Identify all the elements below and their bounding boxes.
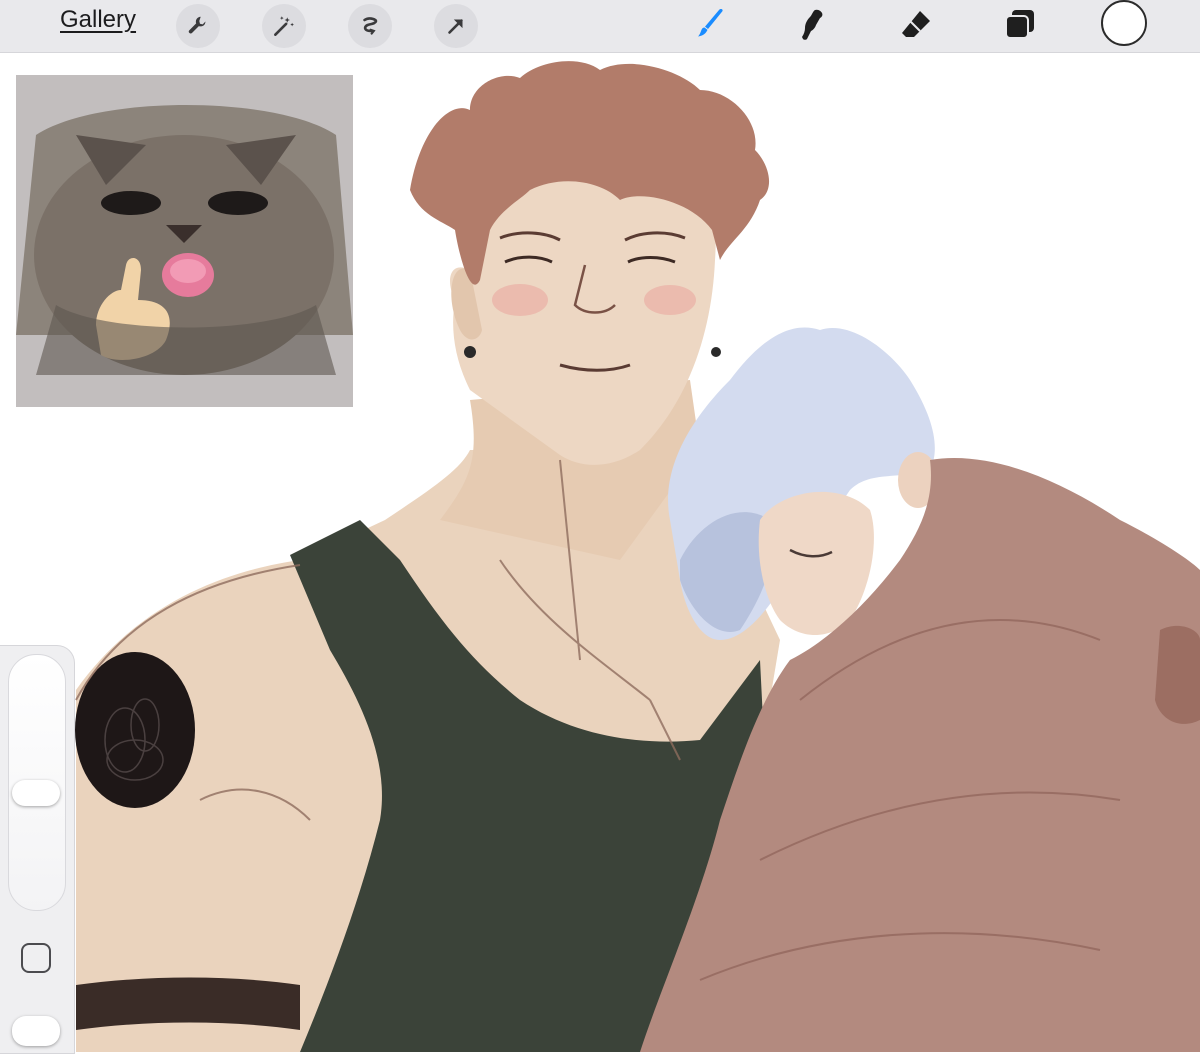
color-swatch[interactable] [1101, 0, 1147, 46]
scribble-mark [75, 652, 195, 808]
blush-left [492, 284, 548, 316]
magic-wand-icon[interactable] [262, 4, 306, 48]
transform-arrow-icon[interactable] [434, 4, 478, 48]
brush-opacity-thumb[interactable] [12, 1016, 60, 1046]
reference-image[interactable] [16, 75, 353, 407]
smudge-icon[interactable] [790, 2, 836, 48]
earring-right [711, 347, 721, 357]
modify-button[interactable] [21, 943, 51, 973]
arm-band [76, 977, 300, 1030]
sidebar [0, 645, 75, 1054]
blush-right [644, 285, 696, 315]
gallery-link[interactable]: Gallery [60, 6, 136, 34]
earring [464, 346, 476, 358]
blanket-fold [1155, 625, 1200, 724]
brush-icon[interactable] [686, 2, 732, 48]
cat-thumbs-up-image [16, 75, 353, 407]
eraser-icon[interactable] [893, 2, 939, 48]
wrench-icon[interactable] [176, 4, 220, 48]
brush-size-thumb[interactable] [12, 780, 60, 806]
selection-icon[interactable] [348, 4, 392, 48]
layers-icon[interactable] [997, 2, 1043, 48]
top-toolbar: Gallery [0, 0, 1200, 53]
